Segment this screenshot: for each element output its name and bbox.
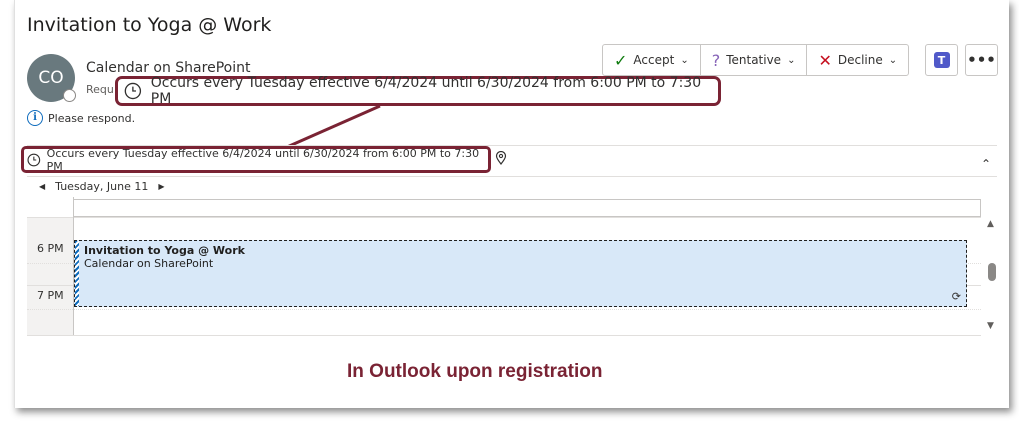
date-navigator: ◀ Tuesday, June 11 ▶ [39,180,165,193]
time-column [27,217,73,335]
location-pin-icon[interactable] [495,151,507,165]
recurrence-callout: Occurs every Tuesday effective 6/4/2024 … [115,75,721,107]
all-day-row[interactable] [73,199,981,217]
hour-gridline [27,217,981,218]
recurrence-info: Occurs every Tuesday effective 6/4/2024 … [21,146,491,173]
event-title: Invitation to Yoga @ Work [84,244,245,257]
calendar-event[interactable]: Invitation to Yoga @ Work Calendar on Sh… [74,240,967,307]
scroll-up-arrow-icon[interactable]: ▲ [987,219,994,229]
day-calendar-view: 6 PM 7 PM Invitation to Yoga @ Work Cale… [27,197,999,337]
vertical-scrollbar[interactable]: ▲ ▼ [985,217,999,337]
hour-label: 7 PM [37,289,64,302]
clock-icon [27,153,41,166]
next-day-arrow-icon[interactable]: ▶ [158,182,164,191]
date-label: Tuesday, June 11 [55,180,149,193]
scrollbar-thumb[interactable] [988,263,996,281]
half-hour-gridline [27,309,981,310]
outlook-reading-pane: Invitation to Yoga @ Work CO Calendar on… [14,0,1009,408]
recurrence-text: Occurs every Tuesday effective 6/4/2024 … [46,146,480,173]
tentative-status-bar [75,241,79,306]
collapse-chevron-up-icon[interactable]: ⌃ [981,157,991,171]
caption-text: In Outlook upon registration [347,361,603,382]
hour-label: 6 PM [37,242,64,255]
scroll-down-arrow-icon[interactable]: ▼ [987,321,994,331]
hour-gridline [27,335,981,336]
divider [27,176,997,177]
recurrence-callout-text: Occurs every Tuesday effective 6/4/2024 … [150,75,702,107]
clock-icon [124,82,142,100]
event-location: Calendar on SharePoint [84,257,214,270]
recurring-icon: ⟳ [951,290,961,303]
previous-day-arrow-icon[interactable]: ◀ [39,182,45,191]
